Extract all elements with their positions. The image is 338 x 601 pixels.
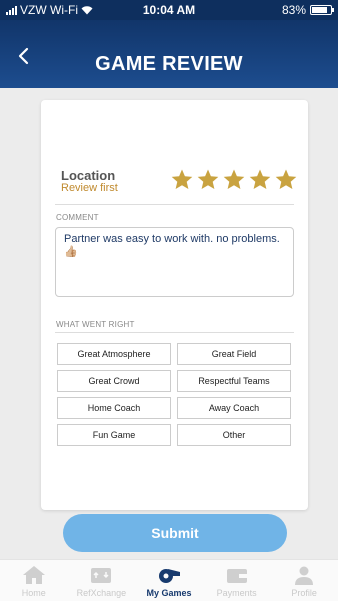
- battery-percent: 83%: [281, 3, 306, 17]
- review-card: Location Review first COMMENT Partner wa…: [41, 100, 308, 510]
- tab-payments[interactable]: Payments: [203, 560, 271, 601]
- tab-home[interactable]: Home: [0, 560, 68, 601]
- comment-input[interactable]: Partner was easy to work with. no proble…: [55, 227, 294, 297]
- tab-label: My Games: [146, 588, 192, 598]
- divider: [55, 204, 294, 205]
- submit-button[interactable]: Submit: [63, 514, 287, 552]
- whistle-icon: [158, 569, 180, 583]
- tab-label: Home: [21, 588, 46, 598]
- battery-icon: [310, 5, 334, 15]
- page-title: GAME REVIEW: [95, 53, 243, 75]
- tag-great-crowd[interactable]: Great Crowd: [57, 370, 171, 392]
- location-subtitle: Review first: [61, 182, 118, 194]
- tag-other[interactable]: Other: [177, 424, 291, 446]
- person-icon: [295, 566, 314, 585]
- divider: [55, 332, 294, 333]
- what-went-right-label: WHAT WENT RIGHT: [56, 320, 135, 329]
- tag-fun-game[interactable]: Fun Game: [57, 424, 171, 446]
- star-icon[interactable]: [170, 168, 194, 192]
- star-icon[interactable]: [274, 168, 298, 192]
- status-right: 83%: [281, 3, 334, 17]
- header: GAME REVIEW: [0, 20, 338, 88]
- location-label: Location: [61, 168, 116, 183]
- home-icon: [22, 566, 45, 584]
- exchange-icon: [91, 568, 112, 583]
- comment-label: COMMENT: [56, 213, 99, 222]
- star-rating[interactable]: [170, 168, 298, 192]
- tag-great-atmosphere[interactable]: Great Atmosphere: [57, 343, 171, 365]
- tab-label: Profile: [291, 588, 317, 598]
- tab-profile[interactable]: Profile: [270, 560, 338, 601]
- tag-grid: Great Atmosphere Great Field Great Crowd…: [57, 343, 292, 446]
- star-icon[interactable]: [222, 168, 246, 192]
- tab-refxchange[interactable]: RefXchange: [68, 560, 136, 601]
- tab-label: RefXchange: [76, 588, 127, 598]
- tab-label: Payments: [216, 588, 257, 598]
- tag-respectful-teams[interactable]: Respectful Teams: [177, 370, 291, 392]
- tag-great-field[interactable]: Great Field: [177, 343, 291, 365]
- status-bar: VZW Wi-Fi 10:04 AM 83%: [0, 0, 338, 20]
- wallet-icon: [226, 569, 247, 583]
- tag-home-coach[interactable]: Home Coach: [57, 397, 171, 419]
- tab-bar: Home RefXchange My Games Payments Profil…: [0, 559, 338, 601]
- tag-away-coach[interactable]: Away Coach: [177, 397, 291, 419]
- tab-my-games[interactable]: My Games: [135, 560, 203, 601]
- star-icon[interactable]: [196, 168, 220, 192]
- star-icon[interactable]: [248, 168, 272, 192]
